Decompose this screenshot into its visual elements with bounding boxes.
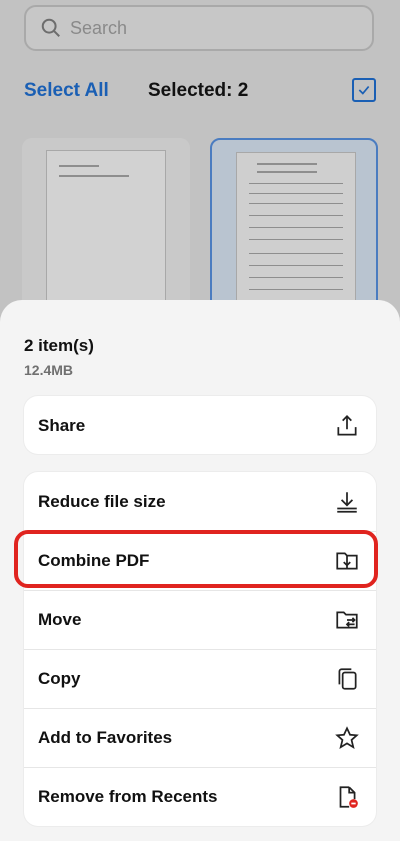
select-all-button[interactable]: Select All: [24, 80, 109, 102]
move-button[interactable]: Move: [24, 590, 376, 649]
copy-button[interactable]: Copy: [24, 649, 376, 708]
select-all-checkbox[interactable]: [352, 78, 376, 102]
remove-from-recents-button[interactable]: Remove from Recents: [24, 767, 376, 826]
move-folder-icon: [336, 611, 358, 629]
remove-from-recents-label: Remove from Recents: [38, 787, 218, 806]
action-card-list: Reduce file size Combine PDF Move Copy A…: [24, 472, 376, 826]
search-input[interactable]: Search: [24, 5, 374, 51]
share-button[interactable]: Share: [24, 396, 376, 455]
copy-label: Copy: [38, 669, 81, 688]
add-to-favorites-button[interactable]: Add to Favorites: [24, 708, 376, 767]
reduce-file-size-label: Reduce file size: [38, 491, 166, 511]
download-icon: [337, 491, 357, 513]
copy-icon: [338, 668, 357, 690]
sheet-size: 12.4MB: [24, 362, 74, 378]
search-placeholder: Search: [70, 17, 128, 38]
share-icon: [337, 414, 357, 436]
combine-pdf-icon: [336, 552, 358, 570]
selected-count: Selected: 2: [148, 80, 249, 101]
check-icon: [358, 85, 370, 95]
combine-pdf-button[interactable]: Combine PDF: [24, 531, 376, 590]
add-to-favorites-label: Add to Favorites: [38, 728, 173, 747]
remove-file-icon: [339, 786, 358, 808]
action-card-share: Share: [24, 396, 376, 454]
action-sheet: 2 item(s) 12.4MB Share Reduce file size …: [0, 300, 400, 841]
combine-pdf-label: Combine PDF: [38, 551, 150, 570]
reduce-file-size-button[interactable]: Reduce file size: [24, 472, 376, 531]
star-icon: [335, 726, 359, 750]
move-label: Move: [38, 610, 82, 629]
sheet-title: 2 item(s): [24, 336, 94, 355]
search-icon: [41, 18, 60, 37]
share-label: Share: [38, 415, 86, 435]
selection-toolbar: Select All Selected: 2: [0, 74, 400, 108]
